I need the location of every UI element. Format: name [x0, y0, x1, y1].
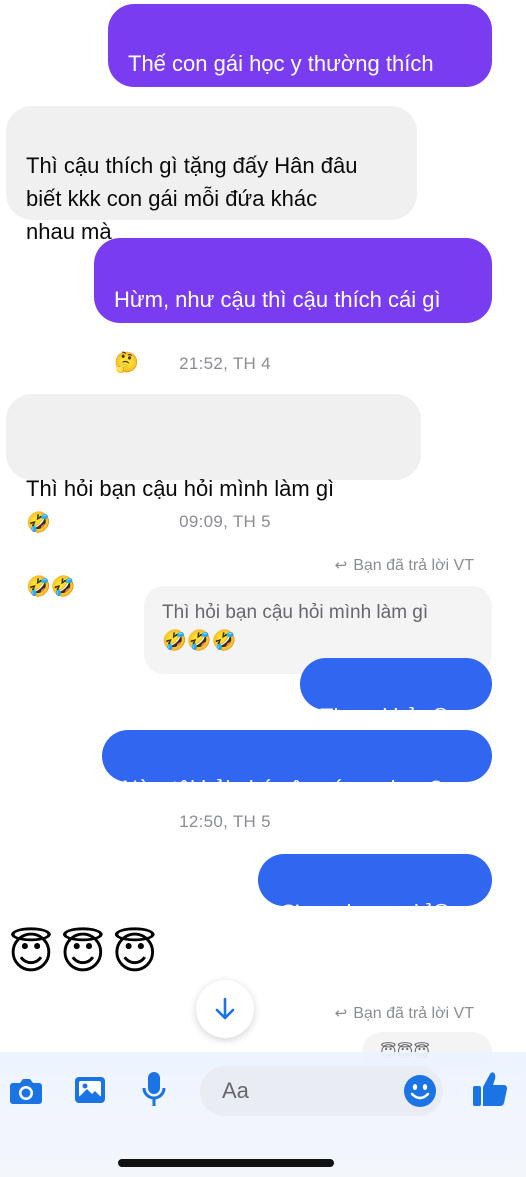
emoji-icon [404, 1075, 436, 1107]
message-text: Này, tôi hỏi nhé cậu có ny chưa? [122, 776, 443, 801]
timestamp: 09:09, TH 5 [179, 512, 271, 531]
incoming-emoji-message[interactable]: 😇😇😇 [8, 928, 164, 979]
arrow-down-icon [215, 997, 235, 1020]
reply-indicator: ↩ Bạn đã trả lời VT [334, 1005, 474, 1022]
message-text: Tham khảo [320, 704, 431, 729]
reply-arrow-icon: ↩ [334, 1005, 348, 1022]
message-text: Ơ sao k rep nhỉ [280, 900, 431, 925]
camera-icon [10, 1079, 42, 1104]
timestamp: 12:50, TH 5 [179, 812, 271, 831]
emoji-button[interactable] [402, 1073, 438, 1109]
reply-arrow-icon: ↩ [334, 557, 348, 574]
gallery-icon [75, 1077, 105, 1103]
voice-button[interactable] [138, 1070, 170, 1110]
input-placeholder: Aa [222, 1078, 249, 1103]
incoming-message[interactable]: Thì cậu thích gì tặng đấy Hân đâu biết k… [6, 106, 417, 244]
rofl-emoji-row: 🤣🤣🤣 [162, 630, 237, 652]
outgoing-message[interactable]: Ơ sao k rep nhỉ🙃 [258, 854, 492, 925]
timestamp: 21:52, TH 4 [179, 354, 271, 373]
thumbs-up-icon [473, 1072, 507, 1106]
gallery-button[interactable] [72, 1072, 108, 1108]
reply-indicator: ↩ Bạn đã trả lời VT [334, 557, 474, 574]
message-input[interactable]: Aa [200, 1066, 443, 1116]
outgoing-message[interactable]: Hừm, như cậu thì cậu thích cái gì 🤔 [94, 238, 492, 374]
upside-down-face-emoji: 🙃 [430, 903, 452, 925]
outgoing-message[interactable]: Thế con gái học y thường thích gì cậu [108, 4, 492, 109]
laughing-emoji: 😆 [430, 707, 451, 729]
message-text: Hừm, như cậu thì cậu thích cái gì [114, 287, 441, 312]
incoming-message[interactable]: Thì hỏi bạn cậu hỏi mình làm gì 🤣 🤣🤣 [6, 394, 421, 598]
outgoing-message[interactable]: Này, tôi hỏi nhé cậu có ny chưa? [102, 730, 492, 801]
quoted-text: Thì hỏi bạn cậu hỏi mình làm gì [162, 602, 429, 623]
microphone-icon [142, 1072, 166, 1106]
like-button[interactable] [470, 1068, 510, 1110]
outgoing-message[interactable]: Tham khảo😆 [300, 658, 492, 729]
message-text: Thì cậu thích gì tặng đấy Hân đâu biết k… [26, 153, 358, 244]
camera-button[interactable] [6, 1073, 46, 1109]
message-text: Thế con gái học y thường thích gì cậu [128, 51, 434, 109]
home-indicator [118, 1159, 334, 1167]
scroll-to-bottom-button[interactable] [196, 980, 254, 1038]
